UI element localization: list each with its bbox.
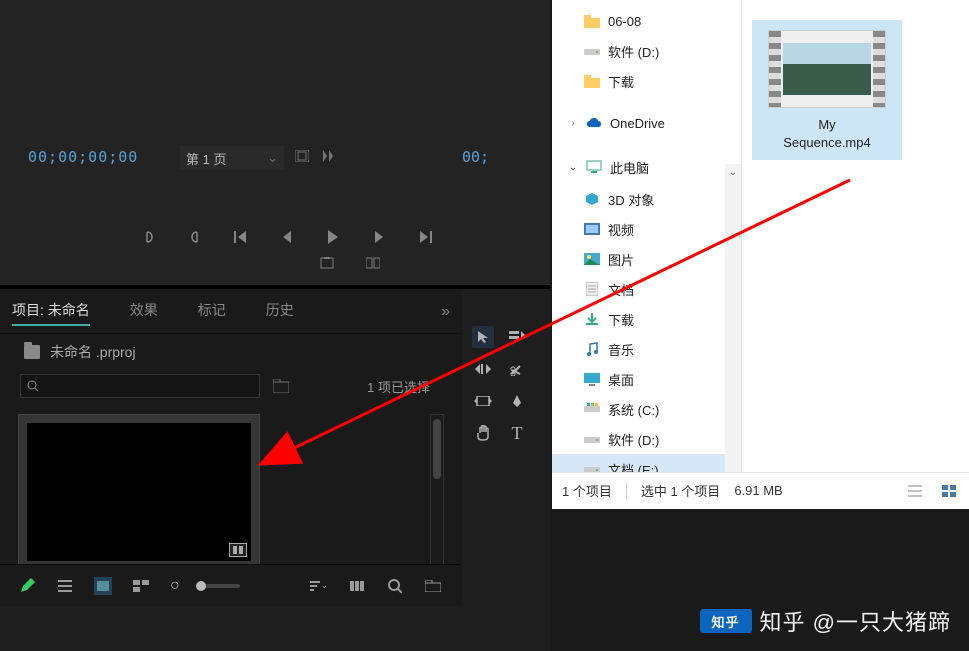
- hand-tool[interactable]: [472, 422, 494, 444]
- videos-icon: [584, 221, 600, 237]
- downloads-icon: [584, 311, 600, 327]
- comparison-view-button[interactable]: [366, 256, 384, 274]
- watermark: 知乎 知乎 @一只大猪蹄: [700, 605, 951, 637]
- mark-in-button[interactable]: [140, 228, 158, 246]
- tab-project[interactable]: 项目: 未命名: [12, 300, 90, 324]
- selection-tool[interactable]: [472, 326, 494, 348]
- drive-icon: [584, 401, 600, 417]
- status-selected-count: 选中 1 个项目: [641, 481, 720, 500]
- search-input[interactable]: [20, 374, 260, 398]
- chevron-down-icon[interactable]: ⌄: [568, 162, 578, 173]
- folder-icon: [584, 73, 600, 89]
- page-dropdown[interactable]: 第 1 页 ⌄: [180, 146, 284, 170]
- pc-icon: [586, 159, 602, 175]
- ripple-edit-tool[interactable]: [472, 358, 494, 380]
- drive-icon: [584, 431, 600, 447]
- tree-desktop[interactable]: 桌面: [552, 364, 741, 394]
- tree-documents[interactable]: 文档: [552, 274, 741, 304]
- nav-scrollbar[interactable]: ⌄: [725, 164, 741, 472]
- step-back-button[interactable]: [278, 228, 296, 246]
- status-item-count: 1 个项目: [562, 481, 612, 500]
- mark-out-button[interactable]: [186, 228, 204, 246]
- selection-count-label: 1 项已选择: [367, 377, 442, 396]
- file-name-line2: Sequence.mp4: [783, 135, 870, 150]
- onedrive-icon: [586, 115, 602, 131]
- slip-tool[interactable]: [472, 390, 494, 412]
- list-view-button[interactable]: [56, 577, 74, 595]
- tree-downloads-2[interactable]: 下载: [552, 304, 741, 334]
- thumbnail-scrollbar[interactable]: [430, 414, 444, 580]
- new-bin-button-2[interactable]: [424, 577, 442, 595]
- pen-tool[interactable]: [506, 390, 528, 412]
- new-bin-button[interactable]: [270, 376, 292, 396]
- documents-icon: [584, 281, 600, 297]
- freeform-view-button[interactable]: [132, 577, 150, 595]
- scroll-down-icon[interactable]: ⌄: [725, 164, 741, 180]
- status-bar: 1 个项目 选中 1 个项目 6.91 MB: [552, 472, 969, 508]
- zoom-slider[interactable]: [200, 584, 240, 588]
- project-icon: [24, 345, 40, 359]
- go-to-out-button[interactable]: [416, 228, 434, 246]
- tab-effects[interactable]: 效果: [130, 300, 158, 324]
- tree-drive-d[interactable]: 软件 (D:): [552, 36, 741, 66]
- nav-tree[interactable]: 06-08 软件 (D:) 下载 › OneDrive ⌄ 此电脑: [552, 0, 742, 472]
- tree-drive-c[interactable]: 系统 (C:): [552, 394, 741, 424]
- file-name-line1: My: [818, 117, 835, 132]
- tab-markers[interactable]: 标记: [198, 300, 226, 324]
- panel-divider[interactable]: [0, 285, 550, 289]
- music-icon: [584, 341, 600, 357]
- tabs-overflow-button[interactable]: »: [441, 303, 450, 321]
- automate-button[interactable]: [348, 577, 366, 595]
- go-to-in-button[interactable]: [232, 228, 250, 246]
- large-icons-view-button[interactable]: [939, 483, 959, 499]
- desktop-icon: [584, 371, 600, 387]
- drive-icon: [584, 43, 600, 59]
- status-size: 6.91 MB: [734, 483, 782, 498]
- find-button[interactable]: [386, 577, 404, 595]
- tree-music[interactable]: 音乐: [552, 334, 741, 364]
- safe-margins-icon[interactable]: [294, 148, 310, 164]
- file-list-pane[interactable]: My Sequence.mp4: [742, 0, 969, 472]
- tree-drive-d2[interactable]: 软件 (D:): [552, 424, 741, 454]
- chevron-right-icon[interactable]: ›: [568, 118, 578, 129]
- tree-3d-objects[interactable]: 3D 对象: [552, 184, 741, 214]
- page-dropdown-label: 第 1 页: [186, 149, 226, 168]
- project-filename: 未命名 .prproj: [50, 342, 136, 362]
- export-frame-button[interactable]: [320, 256, 338, 274]
- play-button[interactable]: [324, 228, 342, 246]
- pencil-icon[interactable]: [18, 577, 36, 595]
- pictures-icon: [584, 251, 600, 267]
- clip-thumbnail: [27, 423, 251, 561]
- step-icon[interactable]: [322, 148, 338, 164]
- type-tool[interactable]: T: [506, 422, 528, 444]
- razor-tool[interactable]: [506, 358, 528, 380]
- tree-pictures[interactable]: 图片: [552, 244, 741, 274]
- track-select-tool[interactable]: [506, 326, 528, 348]
- zhihu-logo-icon: 知乎: [700, 609, 752, 633]
- zoom-out-button[interactable]: ○: [170, 577, 180, 595]
- tree-videos[interactable]: 视频: [552, 214, 741, 244]
- step-forward-button[interactable]: [370, 228, 388, 246]
- watermark-text: 知乎 @一只大猪蹄: [760, 605, 951, 637]
- tree-folder-0608[interactable]: 06-08: [552, 6, 741, 36]
- timecode-right[interactable]: 00;: [462, 148, 489, 166]
- timecode-left[interactable]: 00;00;00;00: [28, 148, 138, 166]
- file-explorer-window: 06-08 软件 (D:) 下载 › OneDrive ⌄ 此电脑: [552, 0, 969, 509]
- sort-button[interactable]: ⌄: [310, 577, 328, 595]
- tree-drive-e[interactable]: 文档 (E:): [552, 454, 741, 472]
- file-tile[interactable]: My Sequence.mp4: [752, 20, 902, 160]
- 3d-icon: [584, 191, 600, 207]
- details-view-button[interactable]: [905, 483, 925, 499]
- video-thumbnail-icon: [768, 30, 886, 108]
- drive-icon: [584, 461, 600, 472]
- tree-onedrive[interactable]: › OneDrive: [552, 106, 741, 140]
- folder-icon: [584, 13, 600, 29]
- icon-view-button[interactable]: [94, 577, 112, 595]
- search-icon: [27, 380, 39, 392]
- tree-downloads[interactable]: 下载: [552, 66, 741, 96]
- tab-history[interactable]: 历史: [266, 300, 294, 324]
- tree-this-pc[interactable]: ⌄ 此电脑: [552, 150, 741, 184]
- chevron-down-icon: ⌄: [267, 150, 278, 166]
- sequence-badge-icon: [229, 543, 247, 557]
